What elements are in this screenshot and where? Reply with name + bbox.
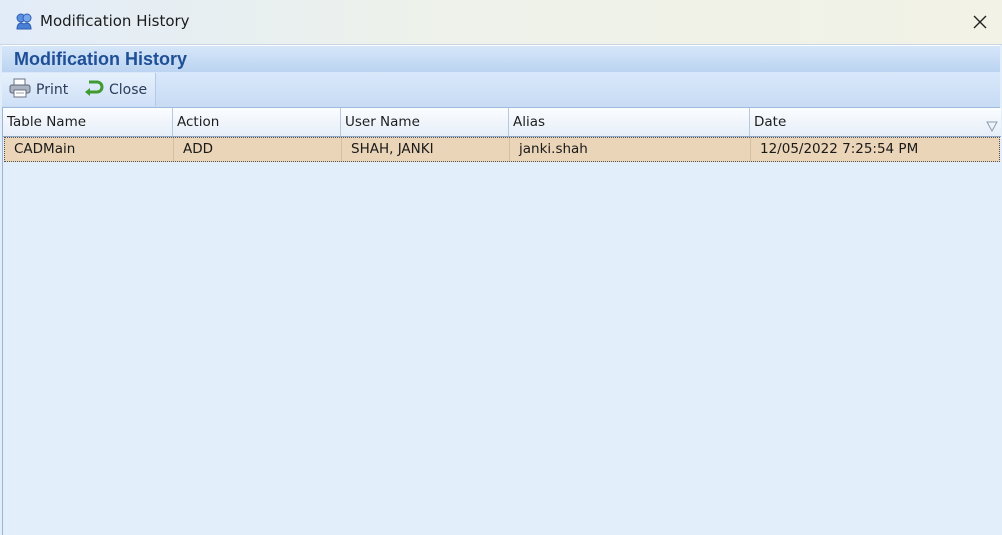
print-button[interactable]: Print	[9, 77, 68, 103]
toolbar: Print Close	[2, 72, 1000, 108]
cell-alias: janki.shah	[510, 138, 751, 161]
print-label: Print	[36, 82, 69, 98]
column-header-alias[interactable]: Alias	[509, 108, 750, 136]
window-title: Modification History	[40, 12, 190, 30]
printer-icon	[9, 78, 31, 102]
column-header-user-name[interactable]: User Name	[341, 108, 509, 136]
grid-header: Table Name Action User Name Alias Date	[3, 108, 1001, 137]
page-title: Modification History	[14, 49, 188, 69]
modification-history-window: Modification History Modification Histor…	[0, 0, 1002, 535]
window-close-button[interactable]	[958, 0, 1002, 44]
column-header-date-label: Date	[754, 114, 787, 130]
column-header-table-name[interactable]: Table Name	[3, 108, 173, 136]
header-band: Modification History	[2, 45, 1000, 73]
history-grid: Table Name Action User Name Alias Date C…	[2, 108, 1001, 535]
close-icon	[973, 15, 987, 29]
toolbar-group: Print Close	[2, 73, 156, 106]
cell-date: 12/05/2022 7:25:54 PM	[760, 141, 919, 157]
close-label: Close	[109, 82, 148, 98]
column-header-action[interactable]: Action	[173, 108, 341, 136]
close-button[interactable]: Close	[82, 77, 147, 103]
column-header-date[interactable]: Date	[750, 108, 1001, 136]
cell-table-name: CADMain	[5, 138, 174, 161]
app-logo-icon	[14, 12, 34, 32]
close-arrow-icon	[82, 78, 104, 102]
table-row[interactable]: CADMain ADD SHAH, JANKI janki.shah 12/05…	[4, 137, 1000, 162]
title-bar: Modification History	[0, 0, 1002, 45]
cell-user-name: SHAH, JANKI	[342, 138, 510, 161]
cell-action: ADD	[174, 138, 342, 161]
